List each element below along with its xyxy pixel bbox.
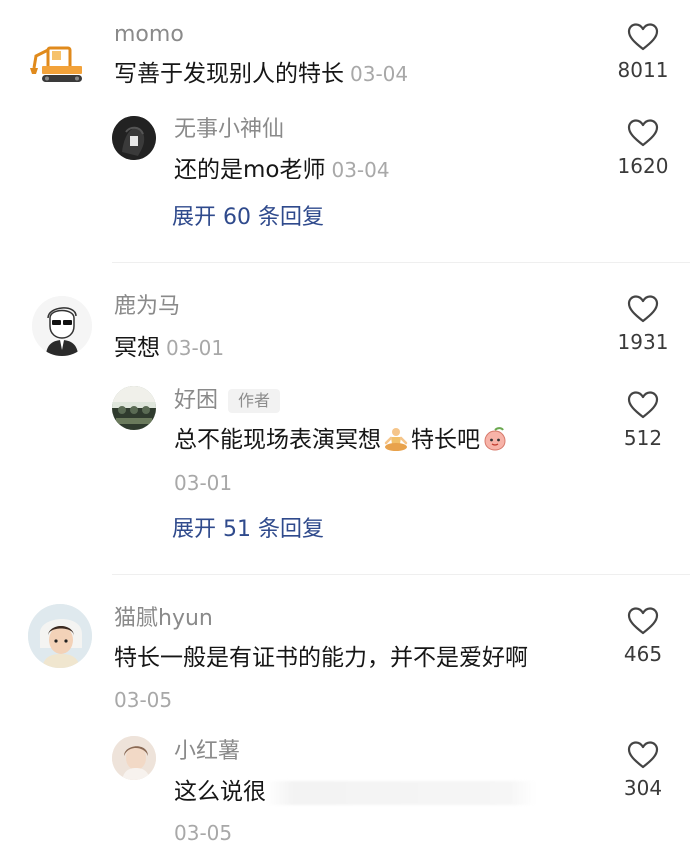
- person-meditating-emoji: [384, 428, 408, 451]
- heart-outline-icon: [627, 23, 659, 51]
- reply-date: 03-01: [174, 471, 233, 495]
- divider: [112, 574, 690, 575]
- comment-date: 03-05: [114, 688, 173, 712]
- heart-outline-icon: [627, 607, 659, 635]
- comment-body: 特长一般是有证书的能力，并不是爱好啊: [114, 645, 528, 671]
- like-button[interactable]: 465: [608, 606, 678, 666]
- avatar-comment-user[interactable]: [32, 296, 92, 356]
- reply-text: 总不能现场表演冥想 特长吧: [174, 426, 510, 454]
- like-count: 512: [623, 426, 663, 450]
- expand-replies-button[interactable]: 展开 60 条回复: [172, 205, 324, 231]
- like-button[interactable]: 8011: [608, 22, 678, 82]
- like-count: 1931: [617, 330, 669, 354]
- like-button[interactable]: 1620: [608, 118, 678, 178]
- avatar-reply-user[interactable]: [112, 116, 156, 160]
- comment-text: 冥想 03-01: [114, 334, 224, 362]
- blurred-text: [266, 780, 536, 805]
- author-badge: 作者: [228, 389, 281, 413]
- reply-username-row: 好困 作者: [174, 388, 281, 414]
- peach-face-emoji: [484, 427, 506, 451]
- divider: [112, 262, 690, 263]
- like-count: 1620: [617, 154, 669, 178]
- expand-replies-button[interactable]: 展开 51 条回复: [172, 517, 324, 543]
- reply-body-part-2: 特长吧: [411, 427, 480, 453]
- person-silhouette-icon: [112, 116, 156, 160]
- avatar-comment-user[interactable]: [28, 604, 92, 668]
- avatar-momo[interactable]: [28, 34, 88, 94]
- group-photo-icon: [112, 386, 156, 430]
- like-button[interactable]: 304: [608, 740, 678, 800]
- comment-body: 冥想: [114, 335, 160, 361]
- reply-username[interactable]: 好困: [174, 388, 218, 413]
- reply-text: 这么说很: [174, 778, 536, 806]
- reply-date: 03-04: [331, 158, 390, 182]
- reply-username[interactable]: 小红薯: [174, 739, 240, 765]
- comment-date: 03-01: [166, 336, 225, 360]
- like-button[interactable]: 512: [608, 390, 678, 450]
- avatar-reply-user[interactable]: [112, 386, 156, 430]
- reply-body: 还的是mo老师: [174, 157, 326, 183]
- comment-username[interactable]: 猫腻hyun: [114, 606, 213, 632]
- heart-outline-icon: [627, 295, 659, 323]
- comment-username[interactable]: momo: [114, 22, 184, 48]
- reply-body: 这么说很: [174, 779, 266, 805]
- reply-date: 03-05: [174, 821, 233, 845]
- girl-portrait-icon: [28, 604, 92, 668]
- excavator-icon: [30, 46, 82, 82]
- heart-outline-icon: [627, 741, 659, 769]
- avatar-reply-user[interactable]: [112, 736, 156, 780]
- heart-outline-icon: [627, 391, 659, 419]
- comment-username[interactable]: 鹿为马: [114, 294, 180, 320]
- like-button[interactable]: 1931: [608, 294, 678, 354]
- like-count: 465: [623, 642, 663, 666]
- heart-outline-icon: [627, 119, 659, 147]
- like-count: 304: [623, 776, 663, 800]
- comment-body: 写善于发现别人的特长: [114, 61, 344, 87]
- comment-text: 写善于发现别人的特长 03-04: [114, 60, 408, 88]
- comment-date: 03-04: [350, 62, 409, 86]
- reply-body-part-1: 总不能现场表演冥想: [174, 427, 381, 453]
- sketch-person-icon: [32, 296, 92, 356]
- girl-photo-icon: [112, 736, 156, 780]
- like-count: 8011: [617, 58, 669, 82]
- reply-username[interactable]: 无事小神仙: [174, 117, 284, 143]
- reply-text: 还的是mo老师 03-04: [174, 156, 390, 184]
